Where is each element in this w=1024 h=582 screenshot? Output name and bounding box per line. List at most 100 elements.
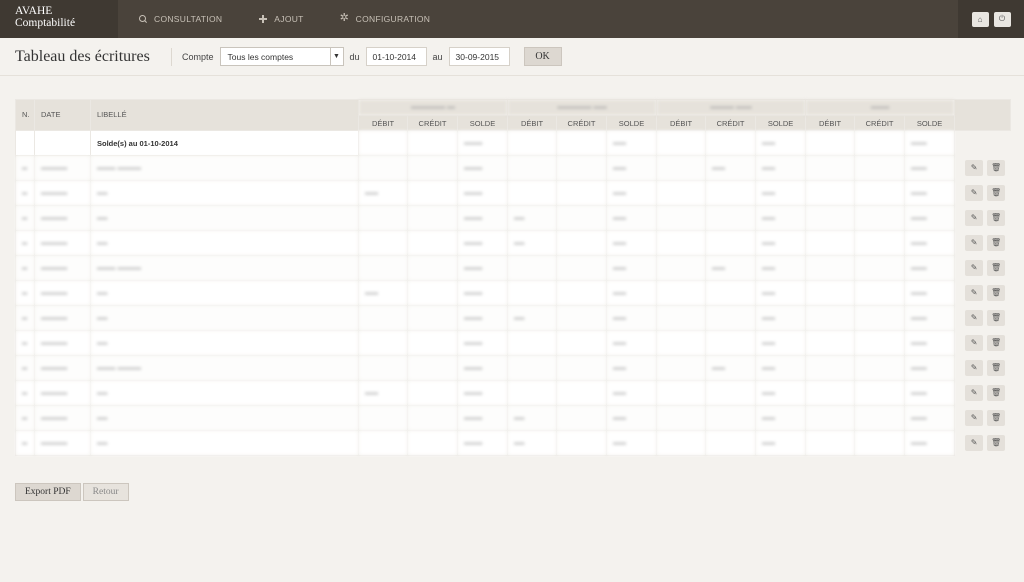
row-value [854, 405, 906, 431]
row-value: •••••• [904, 155, 956, 181]
delete-button[interactable]: 🗑 [987, 385, 1006, 401]
edit-button[interactable]: ✎ [965, 385, 984, 401]
solde-row-value [407, 130, 458, 156]
row-actions: ✎ 🗑 [954, 355, 1012, 381]
col-header-date: DATE [34, 99, 91, 131]
brand-logo[interactable]: AVAHE Comptabilité [0, 0, 118, 38]
row-value: ••••• [755, 155, 807, 181]
compte-select[interactable]: Tous les comptes ▼ [219, 47, 344, 66]
home-icon: ⌂ [977, 14, 983, 24]
back-button[interactable]: Retour [82, 483, 129, 501]
export-pdf-button[interactable]: Export PDF [15, 483, 81, 501]
nav-configuration[interactable]: CONFIGURATION [340, 11, 431, 24]
solde-row-n [15, 130, 35, 156]
row-value [556, 255, 608, 281]
edit-button[interactable]: ✎ [965, 285, 984, 301]
row-n: •• [15, 230, 35, 256]
account-group-header: ••••••••••••• ••••• [507, 99, 658, 116]
date-to-input[interactable]: 30-09-2015 [448, 47, 510, 66]
trash-icon: 🗑 [991, 338, 1002, 347]
edit-button[interactable]: ✎ [965, 260, 984, 276]
row-value: ••••• [606, 305, 658, 331]
nav-ajout[interactable]: AJOUT [258, 14, 303, 24]
row-libelle: ••••••• ••••••••• [90, 355, 359, 381]
edit-button[interactable]: ✎ [965, 210, 984, 226]
row-libelle: •••• [90, 380, 359, 406]
row-libelle: •••• [90, 230, 359, 256]
solde-row-value [705, 130, 757, 156]
edit-button[interactable]: ✎ [965, 310, 984, 326]
delete-button[interactable]: 🗑 [987, 360, 1006, 376]
table-row: ••••••••••••••••••••••••••••••••••••••••… [15, 305, 1012, 331]
row-value: ••••••• [456, 380, 509, 406]
row-value [358, 430, 408, 456]
edit-button[interactable]: ✎ [965, 160, 984, 176]
row-value [656, 355, 707, 381]
row-libelle: •••• [90, 205, 359, 231]
row-value: ••••••• [456, 280, 509, 306]
row-actions: ✎ 🗑 [954, 180, 1012, 206]
edit-button[interactable]: ✎ [965, 435, 984, 451]
delete-button[interactable]: 🗑 [987, 260, 1006, 276]
delete-button[interactable]: 🗑 [987, 160, 1006, 176]
edit-button[interactable]: ✎ [965, 335, 984, 351]
col-header-actions [954, 99, 1012, 131]
col-header-debit: DÉBIT [805, 115, 856, 131]
solde-row-value [507, 130, 558, 156]
row-value: ••••• [606, 180, 658, 206]
home-button[interactable]: ⌂ [971, 11, 989, 27]
row-value: •••••• [904, 430, 956, 456]
gear-icon [340, 11, 350, 24]
table-row: •• •••••••••• ••••••• ••••••••• ••••••• ••••… [15, 155, 1012, 181]
row-value: •••• [507, 230, 558, 256]
table-row: ••••••••••••••••••••••••••••••••••••••••… [15, 280, 1012, 306]
solde-row-value [656, 130, 707, 156]
nav-configuration-label: CONFIGURATION [355, 14, 431, 24]
row-value: ••••••• [456, 155, 509, 181]
trash-icon: 🗑 [991, 163, 1002, 172]
trash-icon: 🗑 [991, 313, 1002, 322]
power-button[interactable]: ⏻ [993, 11, 1011, 27]
row-value [705, 380, 757, 406]
edit-button[interactable]: ✎ [965, 235, 984, 251]
row-date: •••••••••• [34, 355, 91, 381]
table-row: ••••••••••••••••••••••••••••••••••••••••… [15, 380, 1012, 406]
delete-button[interactable]: 🗑 [987, 235, 1006, 251]
edit-button[interactable]: ✎ [965, 410, 984, 426]
edit-button[interactable]: ✎ [965, 360, 984, 376]
row-value: •••••• [904, 280, 956, 306]
row-value: •••••• [904, 305, 956, 331]
row-value [656, 205, 707, 231]
row-n: •• [15, 405, 35, 431]
delete-button[interactable]: 🗑 [987, 435, 1006, 451]
row-value [854, 280, 906, 306]
nav-consultation[interactable]: CONSULTATION [138, 14, 222, 24]
solde-row-value: ••••• [606, 130, 658, 156]
trash-icon: 🗑 [991, 288, 1002, 297]
trash-icon: 🗑 [991, 188, 1002, 197]
solde-row-value: ••••• [755, 130, 807, 156]
table-row: •• •••••••••• •••• ••••••• ••••• ••••• •••••• ✎… [15, 330, 1012, 356]
edit-button[interactable]: ✎ [965, 185, 984, 201]
row-actions: ✎ 🗑 [954, 230, 1012, 256]
delete-button[interactable]: 🗑 [987, 185, 1006, 201]
solde-row-value: •••••• [904, 130, 956, 156]
row-value: •••••• [904, 380, 956, 406]
delete-button[interactable]: 🗑 [987, 335, 1006, 351]
delete-button[interactable]: 🗑 [987, 285, 1006, 301]
ok-button[interactable]: OK [523, 47, 562, 66]
delete-button[interactable]: 🗑 [987, 410, 1006, 426]
row-libelle: •••• [90, 330, 359, 356]
row-value [407, 255, 458, 281]
delete-button[interactable]: 🗑 [987, 310, 1006, 326]
table-row: ••••••••••••••••••••••••••••••••••••••••… [15, 230, 1012, 256]
delete-button[interactable]: 🗑 [987, 210, 1006, 226]
page-title: Tableau des écritures [15, 47, 150, 65]
row-value: ••••• [358, 280, 408, 306]
row-value [556, 280, 608, 306]
row-libelle: •••• [90, 305, 359, 331]
row-n: •• [15, 180, 35, 206]
row-n: •• [15, 430, 35, 456]
date-from-input[interactable]: 01-10-2014 [365, 47, 427, 66]
col-header-debit: DÉBIT [656, 115, 707, 131]
